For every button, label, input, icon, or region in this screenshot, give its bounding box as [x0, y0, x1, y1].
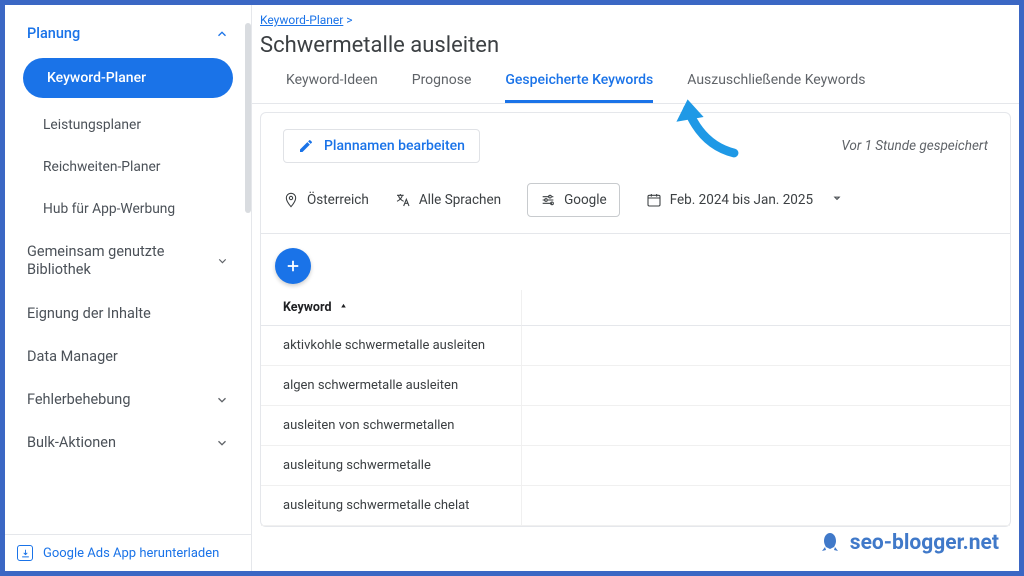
filter-network[interactable]: Google — [527, 183, 620, 217]
tab-keyword-ideen[interactable]: Keyword-Ideen — [286, 72, 378, 103]
filter-label: Google — [564, 192, 607, 208]
sidebar-section-label: Planung — [27, 25, 80, 42]
pencil-icon — [298, 138, 314, 154]
sort-asc-icon — [338, 302, 349, 313]
sidebar-item-label: Hub für App-Werbung — [43, 201, 175, 217]
sidebar-item-hub-app-werbung[interactable]: Hub für App-Werbung — [5, 188, 251, 230]
sidebar-item-content-suitability[interactable]: Eignung der Inhalte — [5, 292, 251, 335]
table-cell-empty — [521, 486, 1010, 526]
page-title: Schwermetalle ausleiten — [252, 27, 1019, 72]
sidebar-item-shared-library[interactable]: Gemeinsam genutzte Bibliothek — [5, 230, 251, 292]
table-row[interactable]: aktivkohle schwermetalle ausleiten — [261, 326, 521, 366]
sidebar: Planung Keyword-Planer Leistungsplaner R… — [5, 5, 252, 571]
sidebar-footer-download-app[interactable]: Google Ads App herunterladen — [5, 534, 251, 571]
tune-icon — [540, 192, 556, 208]
filter-label: Feb. 2024 bis Jan. 2025 — [670, 192, 813, 208]
sidebar-item-label: Leistungsplaner — [43, 117, 141, 133]
tab-gespeicherte-keywords[interactable]: Gespeicherte Keywords — [505, 72, 653, 103]
table-row[interactable]: algen schwermetalle ausleiten — [261, 366, 521, 406]
breadcrumb-label: Keyword-Planer — [260, 13, 343, 27]
sidebar-item-label: Keyword-Planer — [47, 70, 146, 86]
sidebar-scrollbar[interactable] — [245, 23, 251, 213]
sidebar-footer-label: Google Ads App herunterladen — [43, 546, 219, 561]
table-cell-empty — [521, 366, 1010, 406]
plus-icon — [284, 257, 302, 275]
breadcrumb[interactable]: Keyword-Planer > — [252, 5, 1019, 27]
table-row[interactable]: ausleitung schwermetalle — [261, 446, 521, 486]
column-header-empty — [521, 290, 1010, 326]
sidebar-item-label: Data Manager — [27, 348, 118, 365]
filter-label: Österreich — [307, 192, 369, 208]
chevron-down-icon — [215, 436, 229, 450]
filters-row: Österreich Alle Sprachen Google Feb. 202… — [261, 179, 1010, 234]
filter-daterange[interactable]: Feb. 2024 bis Jan. 2025 — [646, 192, 843, 208]
sidebar-item-label: Gemeinsam genutzte Bibliothek — [27, 243, 216, 279]
tab-prognose[interactable]: Prognose — [412, 72, 472, 103]
caret-down-icon — [831, 192, 843, 208]
tab-auszuschliessende-keywords[interactable]: Auszuschließende Keywords — [687, 72, 865, 103]
tabs: Keyword-Ideen Prognose Gespeicherte Keyw… — [252, 72, 1019, 104]
sidebar-item-label: Bulk-Aktionen — [27, 434, 116, 451]
sidebar-item-data-manager[interactable]: Data Manager — [5, 335, 251, 378]
sidebar-item-bulk-actions[interactable]: Bulk-Aktionen — [5, 421, 251, 464]
sidebar-item-troubleshooting[interactable]: Fehlerbehebung — [5, 378, 251, 421]
table-cell-empty — [521, 446, 1010, 486]
location-icon — [283, 192, 299, 208]
panel: Plannamen bearbeiten Vor 1 Stunde gespei… — [260, 112, 1011, 527]
table-cell-empty — [521, 326, 1010, 366]
rocket-icon — [818, 531, 842, 555]
calendar-icon — [646, 192, 662, 208]
table-row[interactable]: ausleitung schwermetalle chelat — [261, 486, 521, 526]
sidebar-item-keyword-planer[interactable]: Keyword-Planer — [23, 58, 233, 98]
column-header-label: Keyword — [283, 300, 332, 315]
panel-header-row: Plannamen bearbeiten Vor 1 Stunde gespei… — [261, 113, 1010, 179]
filter-language[interactable]: Alle Sprachen — [395, 192, 501, 208]
filter-location[interactable]: Österreich — [283, 192, 369, 208]
chevron-down-icon — [215, 393, 229, 407]
sidebar-section-planung[interactable]: Planung — [5, 11, 251, 54]
sidebar-item-label: Reichweiten-Planer — [43, 159, 160, 175]
watermark-text: seo-blogger.net — [850, 531, 999, 555]
edit-button-label: Plannamen bearbeiten — [324, 138, 465, 154]
sidebar-item-label: Fehlerbehebung — [27, 391, 130, 408]
table-row[interactable]: ausleiten von schwermetallen — [261, 406, 521, 446]
column-header-keyword[interactable]: Keyword — [261, 290, 521, 326]
sidebar-item-leistungsplaner[interactable]: Leistungsplaner — [5, 104, 251, 146]
watermark: seo-blogger.net — [818, 531, 999, 555]
download-icon — [17, 545, 33, 561]
saved-timestamp: Vor 1 Stunde gespeichert — [841, 138, 988, 154]
sidebar-item-label: Eignung der Inhalte — [27, 305, 151, 322]
keywords-table: Keyword aktivkohle schwermetalle ausleit… — [261, 290, 1010, 526]
add-keyword-fab[interactable] — [275, 248, 311, 284]
filter-label: Alle Sprachen — [419, 192, 501, 208]
sidebar-item-reichweiten-planer[interactable]: Reichweiten-Planer — [5, 146, 251, 188]
chevron-up-icon — [215, 27, 229, 41]
edit-planname-button[interactable]: Plannamen bearbeiten — [283, 129, 480, 163]
table-cell-empty — [521, 406, 1010, 446]
chevron-down-icon — [216, 254, 229, 268]
main-content: Keyword-Planer > Schwermetalle ausleiten… — [252, 5, 1019, 571]
translate-icon — [395, 192, 411, 208]
